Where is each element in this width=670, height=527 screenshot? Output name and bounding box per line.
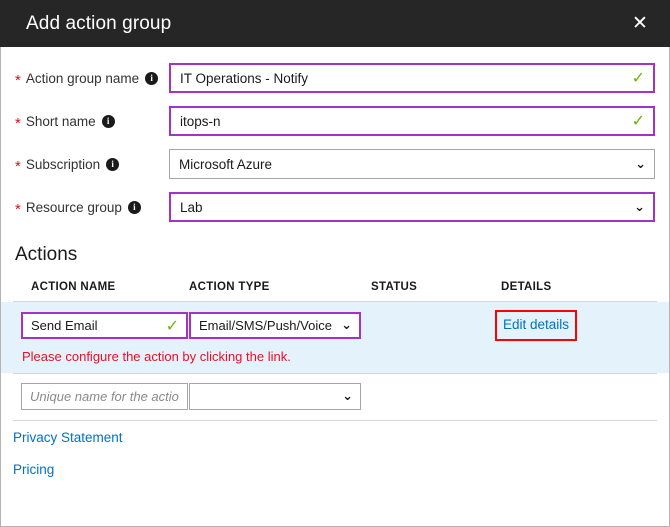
chevron-down-icon: ⌄ (635, 158, 646, 171)
required-marker: * (15, 116, 21, 131)
edit-details-highlight-box: Edit details (495, 310, 577, 341)
chevron-down-icon: ⌄ (634, 201, 645, 214)
page-title: Add action group (26, 13, 171, 35)
action-group-name-input[interactable]: IT Operations - Notify ✓ (169, 63, 655, 93)
short-name-value: itops-n (180, 114, 626, 129)
new-action-name-placeholder: Unique name for the actio (30, 389, 179, 404)
actions-table: ACTION NAME ACTION TYPE STATUS DETAILS S… (1, 281, 669, 421)
field-label-action-group-name: * Action group name i (15, 71, 169, 86)
label-text: Action group name (26, 71, 139, 86)
column-header-details: DETAILS (501, 281, 669, 293)
column-header-status: STATUS (371, 281, 501, 293)
privacy-statement-link[interactable]: Privacy Statement (13, 430, 123, 445)
subscription-dropdown[interactable]: Microsoft Azure ⌄ (169, 149, 655, 179)
info-icon[interactable]: i (145, 72, 158, 85)
action-name-value: Send Email (31, 318, 160, 333)
column-header-action-name: ACTION NAME (1, 281, 189, 293)
chevron-down-icon: ⌄ (341, 319, 352, 332)
action-type-value: Email/SMS/Push/Voice (199, 318, 335, 333)
required-marker: * (15, 202, 21, 217)
cell-details: Edit details (501, 310, 669, 341)
short-name-input[interactable]: itops-n ✓ (169, 106, 655, 136)
action-group-name-value: IT Operations - Notify (180, 71, 626, 86)
valid-check-icon: ✓ (632, 113, 645, 129)
info-icon[interactable]: i (128, 201, 141, 214)
valid-check-icon: ✓ (632, 70, 645, 86)
pricing-link[interactable]: Pricing (13, 462, 54, 477)
action-name-input[interactable]: Send Email ✓ (21, 312, 188, 339)
actions-table-header: ACTION NAME ACTION TYPE STATUS DETAILS (1, 281, 669, 301)
footer-links: Privacy Statement Pricing (1, 421, 669, 477)
action-group-form: * Action group name i IT Operations - No… (1, 47, 669, 222)
actions-section-heading: Actions (1, 235, 669, 266)
label-text: Short name (26, 114, 96, 129)
field-subscription: * Subscription i Microsoft Azure ⌄ (15, 149, 655, 179)
label-text: Resource group (26, 200, 122, 215)
add-action-group-blade: Add action group ✕ * Action group name i… (0, 0, 670, 527)
required-marker: * (15, 73, 21, 88)
new-action-type-dropdown[interactable]: ⌄ (189, 383, 361, 410)
field-label-subscription: * Subscription i (15, 157, 169, 172)
field-action-group-name: * Action group name i IT Operations - No… (15, 63, 655, 93)
valid-check-icon: ✓ (166, 318, 179, 334)
new-action-row: Unique name for the actio ⌄ (1, 374, 669, 420)
action-row-controls: Send Email ✓ Email/SMS/Push/Voice ⌄ E (1, 310, 669, 341)
field-short-name: * Short name i itops-n ✓ (15, 106, 655, 136)
cell-action-name: Send Email ✓ (1, 312, 189, 339)
cell-new-action-type: ⌄ (189, 383, 371, 410)
edit-details-link[interactable]: Edit details (503, 317, 569, 332)
resource-group-dropdown[interactable]: Lab ⌄ (169, 192, 655, 222)
close-icon[interactable]: ✕ (624, 8, 656, 40)
cell-new-action-name: Unique name for the actio (1, 383, 189, 410)
cell-action-type: Email/SMS/Push/Voice ⌄ (189, 312, 371, 339)
action-error-message: Please configure the action by clicking … (1, 341, 669, 364)
field-label-resource-group: * Resource group i (15, 200, 169, 215)
info-icon[interactable]: i (102, 115, 115, 128)
info-icon[interactable]: i (106, 158, 119, 171)
blade-titlebar: Add action group ✕ (0, 0, 670, 47)
field-resource-group: * Resource group i Lab ⌄ (15, 192, 655, 222)
resource-group-value: Lab (180, 200, 628, 215)
subscription-value: Microsoft Azure (179, 157, 629, 172)
new-action-name-input[interactable]: Unique name for the actio (21, 383, 188, 410)
action-type-dropdown[interactable]: Email/SMS/Push/Voice ⌄ (189, 312, 361, 339)
label-text: Subscription (26, 157, 100, 172)
table-row: Send Email ✓ Email/SMS/Push/Voice ⌄ E (1, 302, 669, 373)
field-label-short-name: * Short name i (15, 114, 169, 129)
column-header-action-type: ACTION TYPE (189, 281, 371, 293)
required-marker: * (15, 159, 21, 174)
chevron-down-icon: ⌄ (342, 390, 353, 403)
blade-content: * Action group name i IT Operations - No… (1, 47, 669, 526)
